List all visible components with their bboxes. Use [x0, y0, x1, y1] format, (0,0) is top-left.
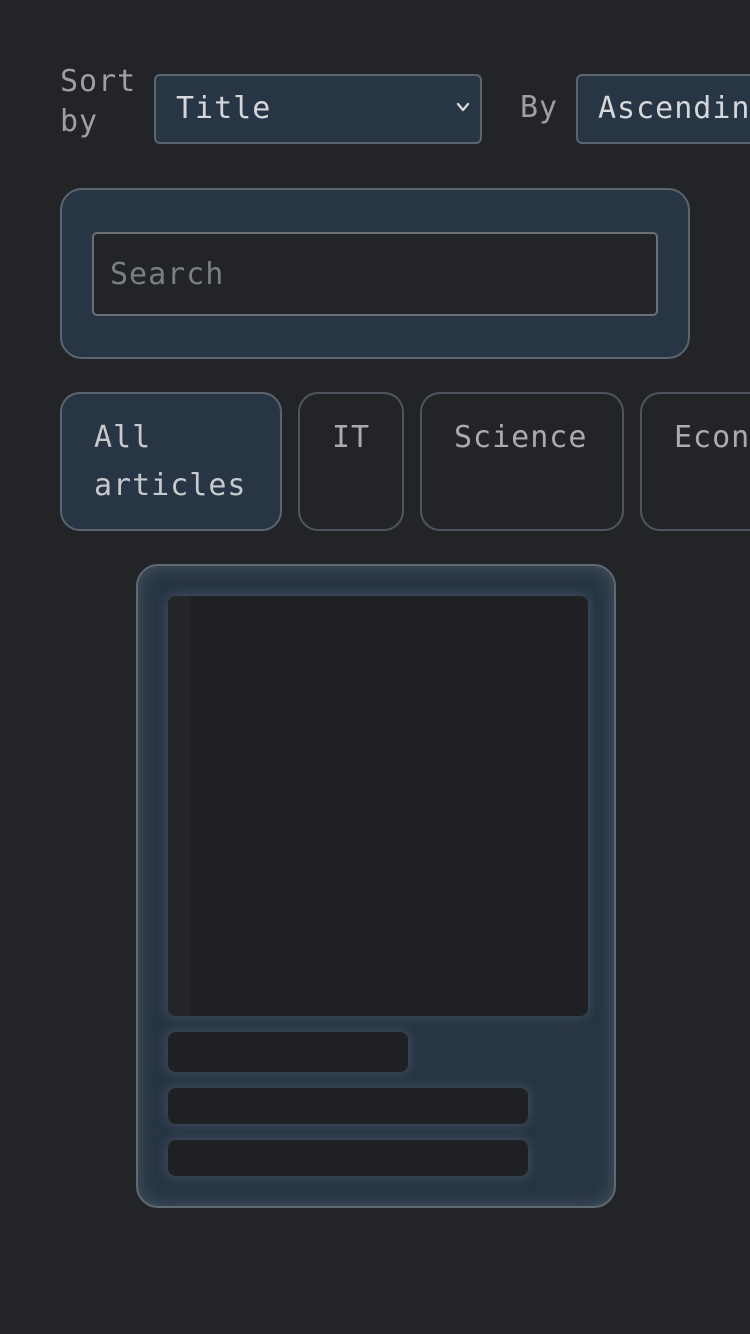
- sort-order-value: Ascending: [598, 91, 750, 126]
- articles-page: Sort by Title By Ascending All articles …: [0, 0, 750, 1334]
- tab-economics[interactable]: Economics: [640, 392, 750, 531]
- article-card-skeleton[interactable]: [136, 564, 616, 1208]
- sort-by-label: Sort by: [60, 64, 137, 139]
- sort-order-select[interactable]: Ascending: [576, 74, 750, 144]
- sort-field-select[interactable]: Title: [154, 74, 482, 144]
- tab-all-articles[interactable]: All articles: [60, 392, 282, 531]
- skeleton-title-line: [168, 1032, 408, 1072]
- order-by-label: By: [520, 90, 559, 125]
- sort-field-value: Title: [176, 91, 272, 126]
- chevron-down-icon: [456, 102, 470, 112]
- category-tabs: All articles IT Science Economics: [60, 392, 750, 532]
- tab-science[interactable]: Science: [420, 392, 624, 531]
- skeleton-text-line: [168, 1140, 528, 1176]
- search-panel: [60, 188, 690, 359]
- tab-it[interactable]: IT: [298, 392, 404, 531]
- skeleton-text-line: [168, 1088, 528, 1124]
- search-input[interactable]: [92, 232, 658, 316]
- skeleton-image: [168, 596, 588, 1016]
